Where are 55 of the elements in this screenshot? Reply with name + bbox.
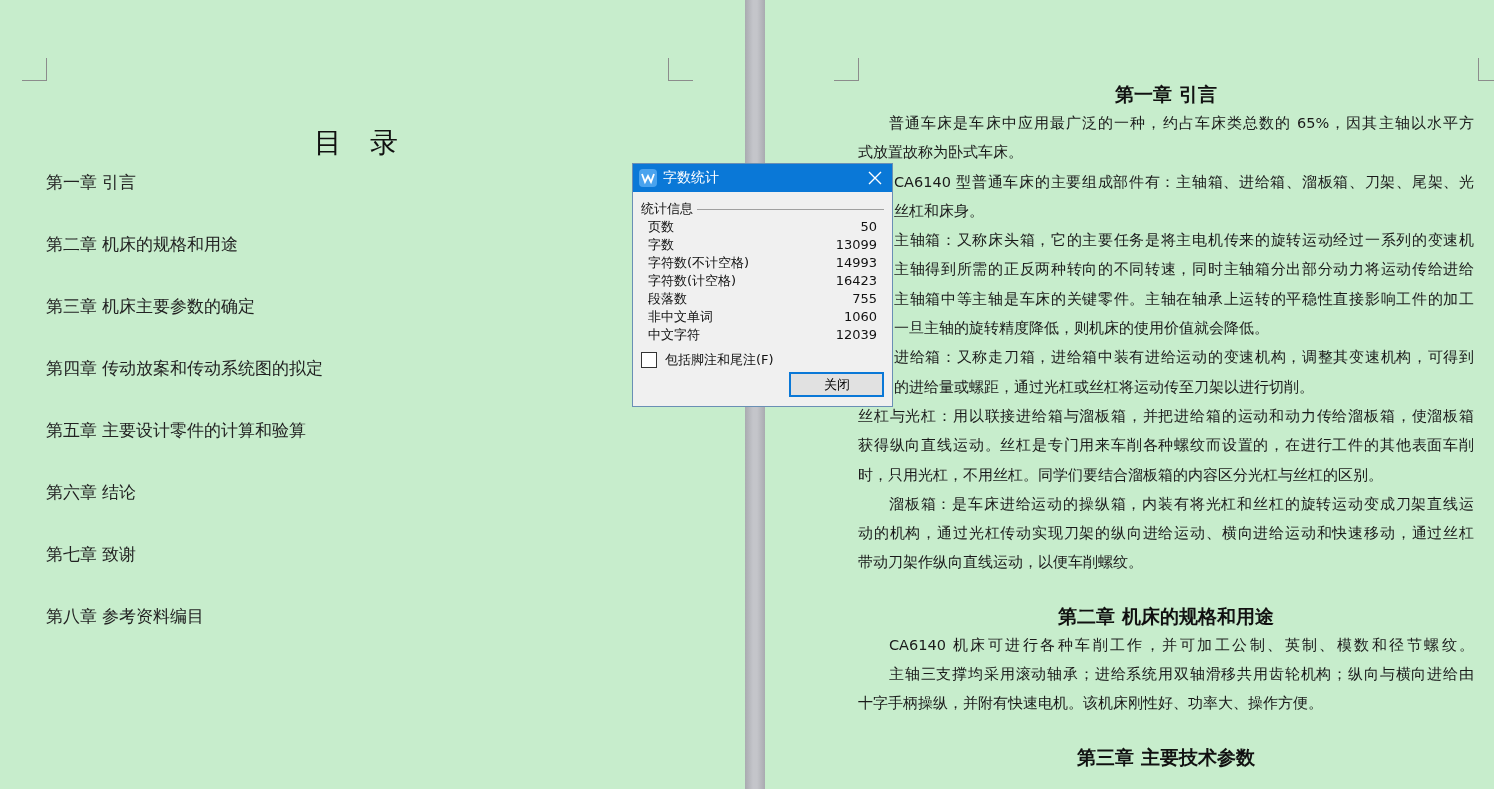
stat-label: 页数 xyxy=(648,218,674,236)
section-label: 统计信息 xyxy=(641,200,693,218)
text-line: 时，只用光杠，不用丝杠。同学们要结合溜板箱的内容区分光杠与丝杠的区别。 xyxy=(858,465,1383,485)
corner-mark xyxy=(22,58,47,81)
text-line: 主轴得到所需的正反两种转向的不同转速，同时主轴箱分出部分动力将运动传给进给 xyxy=(894,260,1474,280)
stat-value: 16423 xyxy=(835,272,877,290)
text-line: CA6140 型普通车床的主要组成部件有：主轴箱、进给箱、溜板箱、刀架、尾架、光 xyxy=(894,172,1474,192)
stat-value: 50 xyxy=(860,218,877,236)
checkbox[interactable] xyxy=(641,352,657,368)
stat-value: 1060 xyxy=(843,308,877,326)
text-line: 丝杠和床身。 xyxy=(894,201,984,221)
chapter-heading: 第三章 主要技术参数 xyxy=(1077,744,1255,770)
text-line: 的进给量或螺距，通过光杠或丝杠将运动传至刀架以进行切削。 xyxy=(894,377,1314,397)
text-line: 进给箱：又称走刀箱，进给箱中装有进给运动的变速机构，调整其变速机构，可得到 xyxy=(894,348,1474,368)
toc-entry: 第一章 引言 xyxy=(46,171,137,194)
text-line: 获得纵向直线运动。丝杠是专门用来车削各种螺纹而设置的，在进行工件的其他表面车削 xyxy=(858,436,1474,456)
chapter-heading: 第一章 引言 xyxy=(1115,82,1217,107)
text-line: 普通车床是车床中应用最广泛的一种，约占车床类总数的 65%，因其主轴以水平方 xyxy=(889,114,1474,133)
stat-value: 12039 xyxy=(835,326,877,344)
text-line: 主轴箱：又称床头箱，它的主要任务是将主电机传来的旋转运动经过一系列的变速机 xyxy=(894,231,1474,251)
toc-entry: 第七章 致谢 xyxy=(46,543,137,566)
toc-entry: 第三章 机床主要参数的确定 xyxy=(46,295,256,318)
close-dialog-button[interactable]: 关闭 xyxy=(789,372,884,397)
toc-entry: 第六章 结论 xyxy=(46,481,137,504)
stat-label: 字数 xyxy=(648,236,674,254)
dialog-title: 字数统计 xyxy=(663,169,720,187)
text-line: 溜板箱：是车床进给运动的操纵箱，内装有将光杠和丝杠的旋转运动变成刀架直线运 xyxy=(889,494,1474,514)
text-line: 式放置故称为卧式车床。 xyxy=(858,143,1023,163)
stat-label: 字符数(不计空格) xyxy=(648,254,750,272)
app-logo-icon xyxy=(639,169,657,187)
stat-label: 段落数 xyxy=(648,290,687,308)
toc-title: 目 录 xyxy=(313,125,399,161)
stat-value: 13099 xyxy=(835,236,877,254)
toc-entry: 第四章 传动放案和传动系统图的拟定 xyxy=(46,357,324,380)
text-line: 丝杠与光杠：用以联接进给箱与溜板箱，并把进给箱的运动和动力传给溜板箱，使溜板箱 xyxy=(858,406,1474,426)
text-line: 一旦主轴的旋转精度降低，则机床的使用价值就会降低。 xyxy=(894,319,1269,339)
stat-label: 非中文单词 xyxy=(648,308,713,326)
stat-label: 字符数(计空格) xyxy=(648,272,737,290)
text-line: 主轴三支撑均采用滚动轴承；进给系统用双轴滑移共用齿轮机构；纵向与横向进给由 xyxy=(889,665,1474,685)
stat-label: 中文字符 xyxy=(648,326,700,344)
text-line: 动的机构，通过光杠传动实现刀架的纵向进给运动、横向进给运动和快速移动，通过丝杠 xyxy=(858,524,1474,544)
text-line: 十字手柄操纵，并附有快速电机。该机床刚性好、功率大、操作方便。 xyxy=(858,694,1323,714)
checkbox-label[interactable]: 包括脚注和尾注(F) xyxy=(665,351,774,369)
close-icon xyxy=(868,171,882,185)
corner-mark xyxy=(834,58,859,81)
stat-value: 755 xyxy=(852,290,877,308)
toc-entry: 第八章 参考资料编目 xyxy=(46,605,205,628)
text-line: 主轴箱中等主轴是车床的关键零件。主轴在轴承上运转的平稳性直接影响工件的加工 xyxy=(894,289,1474,309)
text-line: CA6140 机床可进行各种车削工作，并可加工公制、英制、模数和径节螺纹。 xyxy=(889,635,1474,655)
corner-mark xyxy=(668,58,693,81)
toc-entry: 第二章 机床的规格和用途 xyxy=(46,233,239,256)
stat-value: 14993 xyxy=(835,254,877,272)
toc-entry: 第五章 主要设计零件的计算和验算 xyxy=(46,419,307,442)
text-line: 带动刀架作纵向直线运动，以便车削螺纹。 xyxy=(858,553,1143,573)
chapter-heading: 第二章 机床的规格和用途 xyxy=(1058,603,1274,629)
